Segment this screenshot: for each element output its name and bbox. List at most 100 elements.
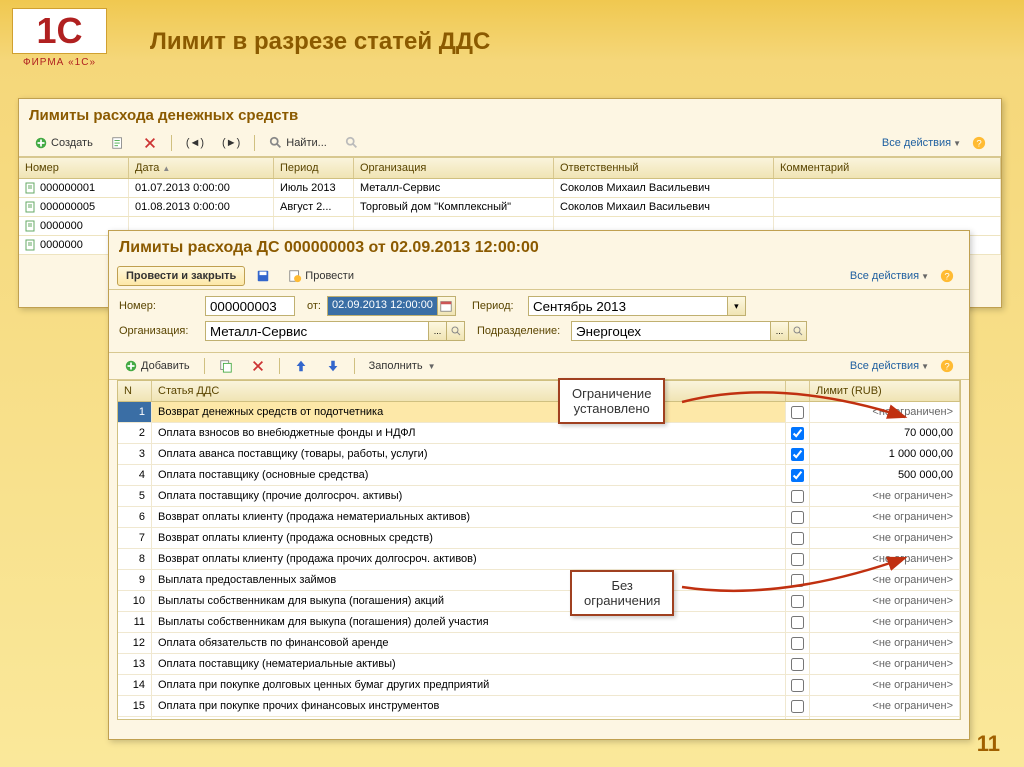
- chevron-down-icon: ▼: [953, 139, 961, 148]
- move-down-button[interactable]: [319, 356, 347, 376]
- row-limit: <не ограничен>: [810, 654, 960, 674]
- row-limit: <не ограничен>: [810, 486, 960, 506]
- row-number: 13: [118, 654, 152, 674]
- limit-checkbox[interactable]: [791, 448, 804, 461]
- document-icon: [25, 201, 37, 213]
- open-icon: [451, 326, 461, 336]
- dept-input[interactable]: [571, 321, 771, 341]
- fill-button[interactable]: Заполнить▼: [362, 357, 443, 375]
- limit-checkbox[interactable]: [791, 637, 804, 650]
- dept-open-button[interactable]: [789, 321, 807, 341]
- grid-toolbar: Добавить Заполнить▼ Все действия▼ ?: [109, 352, 969, 380]
- document-icon: [25, 239, 37, 251]
- clear-find-button[interactable]: [338, 133, 366, 153]
- help-button[interactable]: ?: [965, 133, 993, 153]
- date-input[interactable]: 02.09.2013 12:00:00: [327, 296, 438, 316]
- grid-help-button[interactable]: ?: [933, 356, 961, 376]
- sort-icon: ▲: [162, 164, 170, 173]
- arrow-up-icon: [294, 359, 308, 373]
- article-row[interactable]: 3Оплата аванса поставщику (товары, работ…: [118, 444, 960, 465]
- limit-checkbox[interactable]: [791, 469, 804, 482]
- find-button[interactable]: Найти...: [262, 133, 334, 153]
- list-row[interactable]: 00000000101.07.2013 0:00:00Июль 2013Мета…: [19, 179, 1001, 198]
- detail-actions-link[interactable]: Все действия▼: [850, 270, 929, 282]
- edit-button[interactable]: [104, 133, 132, 153]
- save-button[interactable]: [249, 266, 277, 286]
- limit-checkbox[interactable]: [791, 532, 804, 545]
- col-number[interactable]: Номер: [19, 158, 129, 178]
- article-row[interactable]: 16Перечисление вклада в совместное предп…: [118, 717, 960, 720]
- col-period[interactable]: Период: [274, 158, 354, 178]
- svg-text:?: ?: [976, 139, 981, 150]
- limit-checkbox[interactable]: [791, 679, 804, 692]
- article-row[interactable]: 14Оплата при покупке долговых ценных бум…: [118, 675, 960, 696]
- limit-checkbox[interactable]: [791, 658, 804, 671]
- limit-checkbox[interactable]: [791, 700, 804, 713]
- row-limit: <не ограничен>: [810, 675, 960, 695]
- period-picker-button[interactable]: ▾: [728, 296, 746, 316]
- detail-title: Лимиты расхода ДС 000000003 от 02.09.201…: [109, 231, 969, 263]
- nav-next-button[interactable]: (►): [215, 134, 247, 152]
- move-up-button[interactable]: [287, 356, 315, 376]
- article-row[interactable]: 12Оплата обязательств по финансовой арен…: [118, 633, 960, 654]
- period-input[interactable]: [528, 296, 728, 316]
- col-date[interactable]: Дата▲: [129, 158, 274, 178]
- copy-icon: [219, 359, 233, 373]
- col-org[interactable]: Организация: [354, 158, 554, 178]
- add-icon: [34, 136, 48, 150]
- delete-row-button[interactable]: [244, 356, 272, 376]
- list-row[interactable]: 00000000501.08.2013 0:00:00Август 2...То…: [19, 198, 1001, 217]
- row-article: Оплата при покупке прочих финансовых инс…: [152, 696, 786, 716]
- row-limit: <не ограничен>: [810, 612, 960, 632]
- edit-icon: [111, 136, 125, 150]
- col-resp[interactable]: Ответственный: [554, 158, 774, 178]
- row-number: 1: [118, 402, 152, 422]
- row-article: Оплата поставщику (основные средства): [152, 465, 786, 485]
- row-article: Возврат оплаты клиенту (продажа нематери…: [152, 507, 786, 527]
- mark-delete-button[interactable]: [136, 133, 164, 153]
- post-icon: [288, 269, 302, 283]
- limit-checkbox[interactable]: [791, 616, 804, 629]
- post-close-button[interactable]: Провести и закрыть: [117, 266, 245, 286]
- num-label: Номер:: [119, 300, 199, 312]
- article-row[interactable]: 11Выплаты собственникам для выкупа (пога…: [118, 612, 960, 633]
- grid-actions-link[interactable]: Все действия▼: [850, 360, 929, 372]
- row-limit: <не ограничен>: [810, 528, 960, 548]
- row-number: 12: [118, 633, 152, 653]
- add-row-button[interactable]: Добавить: [117, 356, 197, 376]
- svg-text:?: ?: [944, 272, 949, 283]
- save-icon: [256, 269, 270, 283]
- post-button[interactable]: Провести: [281, 266, 361, 286]
- nav-prev-button[interactable]: (◄): [179, 134, 211, 152]
- article-row[interactable]: 13Оплата поставщику (нематериальные акти…: [118, 654, 960, 675]
- copy-row-button[interactable]: [212, 356, 240, 376]
- arrow-down-icon: [326, 359, 340, 373]
- row-article: Выплаты собственникам для выкупа (погаше…: [152, 612, 786, 632]
- create-button[interactable]: Создать: [27, 133, 100, 153]
- col-n[interactable]: N: [118, 381, 152, 401]
- all-actions-link[interactable]: Все действия▼: [882, 137, 961, 149]
- org-open-button[interactable]: [447, 321, 465, 341]
- calendar-button[interactable]: [438, 296, 456, 316]
- row-limit: <не ограничен>: [810, 717, 960, 720]
- dept-select-button[interactable]: ...: [771, 321, 789, 341]
- callout-limit-set: Ограничение установлено: [558, 378, 665, 424]
- article-row[interactable]: 4Оплата поставщику (основные средства)50…: [118, 465, 960, 486]
- row-number: 4: [118, 465, 152, 485]
- row-article: Оплата поставщику (нематериальные активы…: [152, 654, 786, 674]
- col-comment[interactable]: Комментарий: [774, 158, 1001, 178]
- article-row[interactable]: 5Оплата поставщику (прочие долгосроч. ак…: [118, 486, 960, 507]
- org-select-button[interactable]: ...: [429, 321, 447, 341]
- number-input[interactable]: [205, 296, 295, 316]
- svg-text:?: ?: [944, 362, 949, 373]
- limit-checkbox[interactable]: [791, 511, 804, 524]
- article-row[interactable]: 15Оплата при покупке прочих финансовых и…: [118, 696, 960, 717]
- logo-main: 1C: [19, 13, 100, 49]
- arrow-to-unchecked: [680, 552, 910, 602]
- detail-help-button[interactable]: ?: [933, 266, 961, 286]
- limit-checkbox[interactable]: [791, 490, 804, 503]
- logo: 1C ФИРМА «1С»: [12, 8, 107, 68]
- org-input[interactable]: [205, 321, 429, 341]
- article-row[interactable]: 7Возврат оплаты клиенту (продажа основны…: [118, 528, 960, 549]
- article-row[interactable]: 6Возврат оплаты клиенту (продажа нематер…: [118, 507, 960, 528]
